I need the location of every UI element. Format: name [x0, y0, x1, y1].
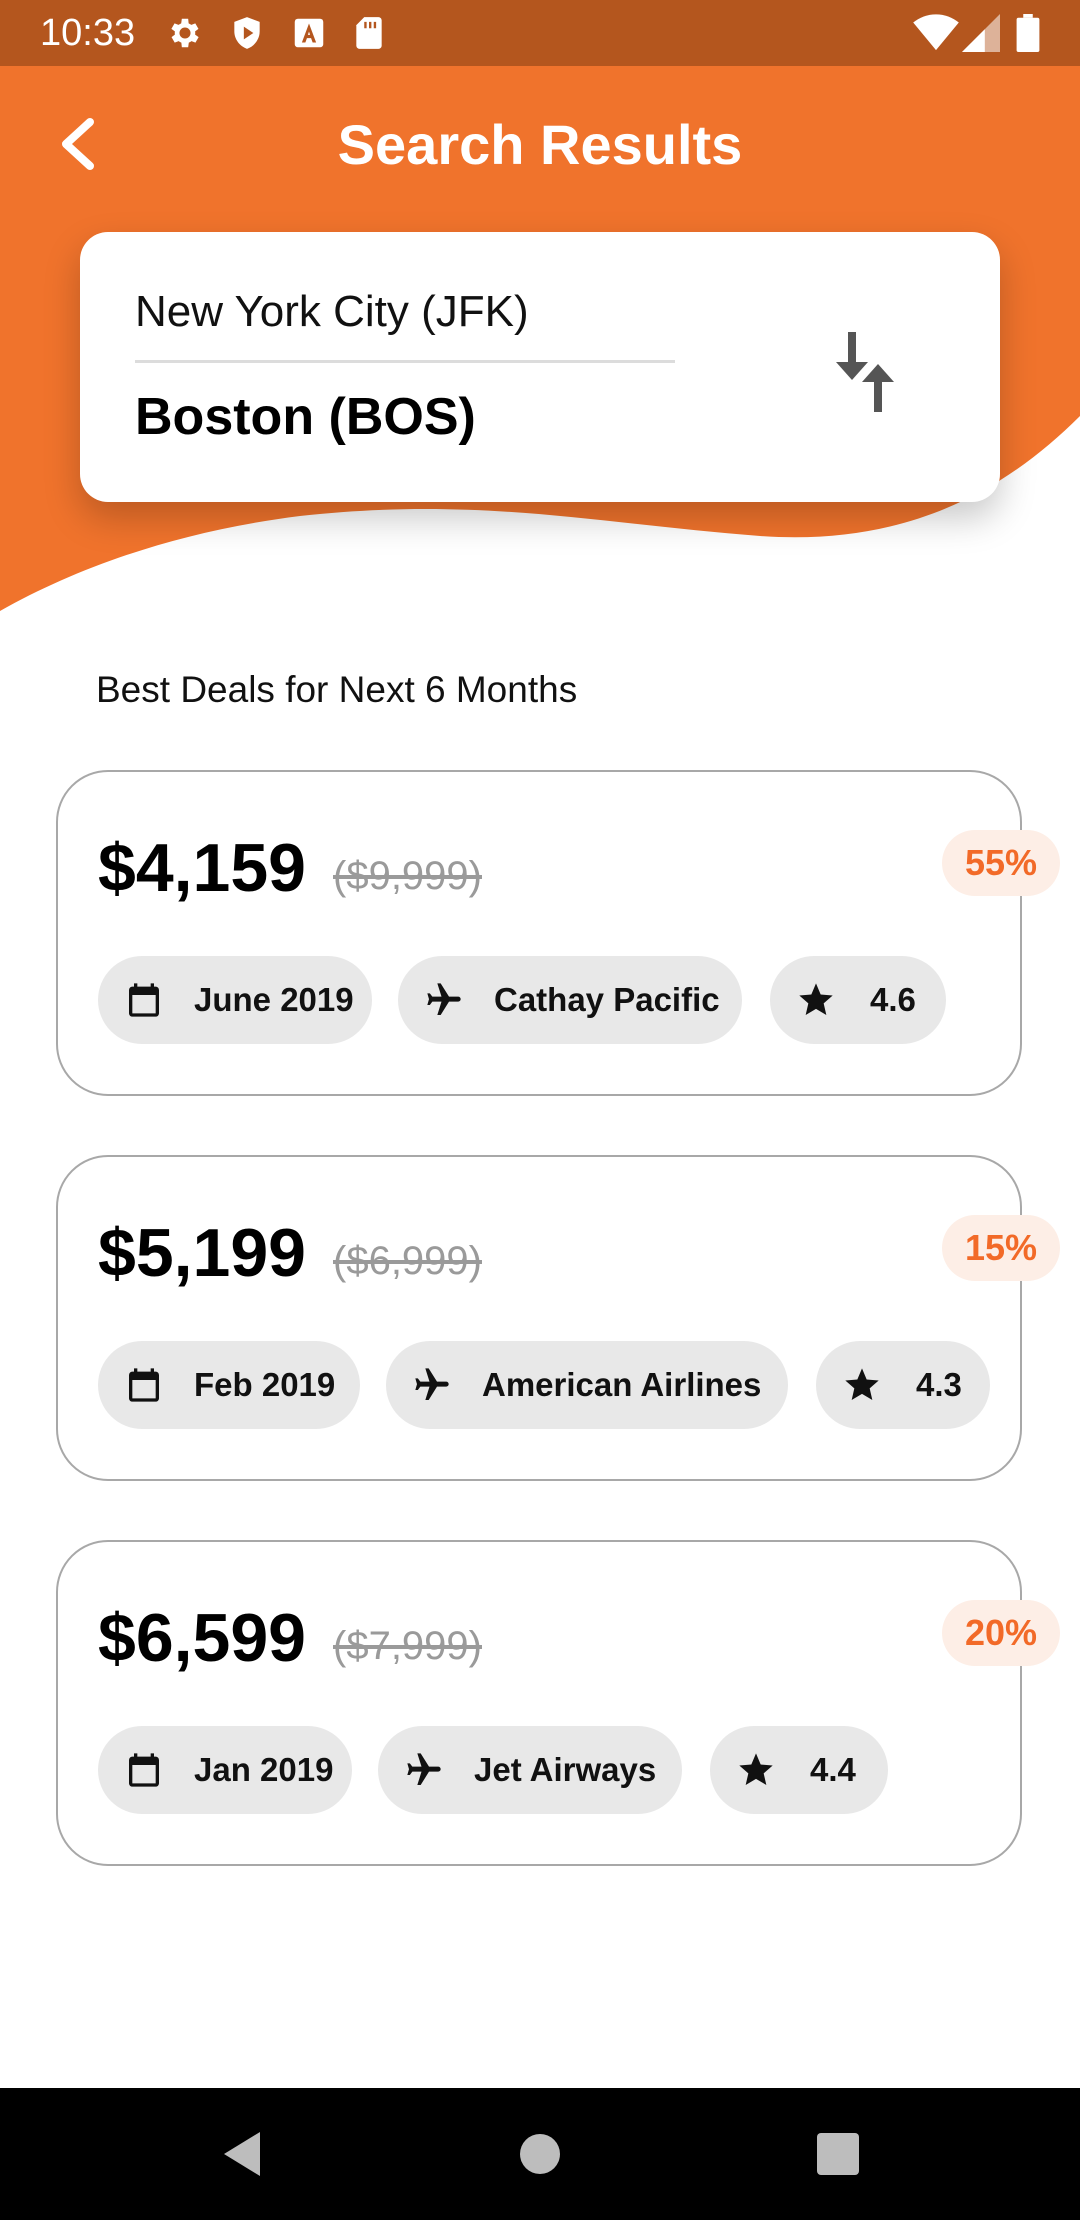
deal-card[interactable]: $4,159 ($9,999) 55% June 2019 Cathay Pac…	[56, 770, 1060, 1096]
rating-chip[interactable]: 4.3	[816, 1341, 990, 1429]
sd-card-icon	[356, 17, 382, 49]
deal-price: $6,599	[98, 1600, 306, 1676]
deal-card[interactable]: $5,199 ($6,999) 15% Feb 2019 American Ai…	[56, 1155, 1060, 1481]
deal-original-price: ($9,999)	[333, 854, 482, 898]
nav-recents-button[interactable]	[802, 2118, 874, 2190]
date-chip-label: June 2019	[194, 981, 354, 1018]
section-title: Best Deals for Next 6 Months	[96, 669, 578, 710]
deal-price: $4,159	[98, 830, 306, 906]
destination-field[interactable]: Boston (BOS)	[135, 384, 476, 450]
rating-chip-label: 4.6	[870, 981, 916, 1018]
route-divider	[135, 360, 675, 363]
date-chip-label: Feb 2019	[194, 1366, 336, 1403]
deal-original-price: ($7,999)	[333, 1624, 482, 1668]
date-chip[interactable]: Jan 2019	[98, 1726, 352, 1814]
signal-icon	[962, 14, 1000, 52]
discount-badge: 15%	[942, 1215, 1060, 1281]
airplane-icon	[407, 1753, 441, 1785]
star-icon	[739, 1753, 773, 1785]
airline-chip[interactable]: Jet Airways	[378, 1726, 682, 1814]
route-card: New York City (JFK) Boston (BOS)	[80, 232, 1000, 502]
rating-chip[interactable]: 4.6	[770, 956, 946, 1044]
status-time: 10:33	[40, 12, 136, 54]
battery-icon	[1016, 14, 1040, 52]
nav-back-button[interactable]	[206, 2118, 278, 2190]
deal-price: $5,199	[98, 1215, 306, 1291]
swap-button[interactable]	[832, 326, 902, 416]
date-chip-label: Jan 2019	[194, 1751, 334, 1788]
page-title: Search Results	[337, 113, 743, 176]
airline-chip-label: Jet Airways	[474, 1751, 657, 1788]
discount-badge: 55%	[942, 830, 1060, 896]
origin-field[interactable]: New York City (JFK)	[135, 284, 529, 340]
font-a-icon	[294, 18, 324, 48]
airline-chip-label: Cathay Pacific	[494, 981, 720, 1018]
navigation-bar	[0, 2088, 1080, 2220]
date-chip[interactable]: June 2019	[98, 956, 372, 1044]
settings-icon	[171, 18, 199, 48]
airplane-icon	[415, 1368, 449, 1400]
wifi-icon	[913, 14, 959, 51]
calendar-icon	[129, 983, 159, 1017]
back-triangle-icon	[224, 2132, 260, 2176]
discount-badge: 20%	[942, 1600, 1060, 1666]
star-icon	[845, 1368, 879, 1400]
status-bar: 10:33	[0, 0, 1080, 66]
airline-chip[interactable]: American Airlines	[386, 1341, 788, 1429]
home-circle-icon	[520, 2134, 560, 2174]
deal-card[interactable]: $6,599 ($7,999) 20% Jan 2019 Jet Airways…	[56, 1540, 1060, 1866]
rating-chip[interactable]: 4.4	[710, 1726, 888, 1814]
date-chip[interactable]: Feb 2019	[98, 1341, 360, 1429]
rating-chip-label: 4.3	[916, 1366, 962, 1403]
swap-vertical-icon	[836, 332, 894, 412]
star-icon	[799, 983, 833, 1015]
deal-original-price: ($6,999)	[333, 1239, 482, 1283]
calendar-icon	[129, 1368, 159, 1402]
nav-home-button[interactable]	[504, 2118, 576, 2190]
airline-chip-label: American Airlines	[482, 1366, 762, 1403]
airplane-icon	[427, 983, 461, 1015]
rating-chip-label: 4.4	[810, 1751, 856, 1788]
recents-square-icon	[817, 2133, 859, 2175]
calendar-icon	[129, 1753, 159, 1787]
shield-play-icon	[234, 17, 260, 49]
airline-chip[interactable]: Cathay Pacific	[398, 956, 742, 1044]
